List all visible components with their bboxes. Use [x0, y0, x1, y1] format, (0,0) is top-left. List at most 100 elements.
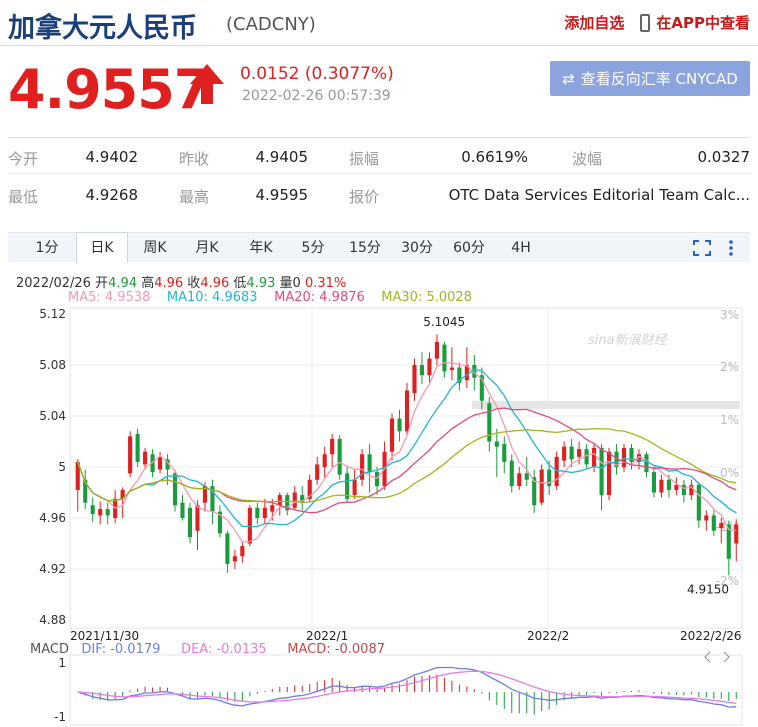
stat-label-range: 波幅: [572, 150, 603, 168]
ohlc-date: 2022/02/26: [16, 276, 91, 291]
price-change: 0.0152 (0.3077%): [240, 64, 394, 84]
candle-body: [90, 505, 95, 515]
tab-daily[interactable]: 日K: [76, 232, 128, 263]
stat-label-high: 最高: [179, 188, 210, 206]
candle-body: [644, 454, 649, 473]
candle-body: [659, 479, 664, 493]
stats-row: 最低 4.9268 最高 4.9595 报价 OTC Data Services…: [8, 176, 750, 212]
candle-body: [577, 449, 582, 457]
ohlc-low: 4.93: [246, 276, 276, 291]
macd-value: MACD: -0.0087: [287, 642, 385, 657]
page-title: 加拿大元人民币: [8, 13, 197, 44]
ohlc-low-label: 低: [233, 276, 247, 291]
candle-body: [180, 502, 185, 518]
tab-4h[interactable]: 4H: [496, 233, 546, 263]
ohlc-high: 4.96: [154, 276, 184, 291]
macd-legend: MACD DIF: -0.0179 DEA: -0.0135 MACD: -0.…: [30, 642, 385, 657]
y-right-tick-label: 2%: [720, 360, 739, 374]
tab-weekly[interactable]: 周K: [130, 233, 180, 263]
ohlc-close-label: 收: [187, 276, 201, 291]
candle-body: [442, 344, 447, 372]
candle-body: [681, 484, 686, 496]
reverse-rate-button[interactable]: ⇄ 查看反向汇率 CNYCAD: [550, 61, 750, 96]
x-tick-label: 2022/1: [306, 629, 348, 643]
header-actions: 添加自选 在APP中查看: [564, 12, 750, 33]
x-tick-label: 2022/2: [527, 629, 569, 643]
ohlc-vol-label: 量: [279, 276, 293, 291]
tab-1min[interactable]: 1分: [22, 233, 72, 263]
macd-dif: DIF: -0.0179: [81, 642, 161, 657]
swap-icon: ⇄: [562, 69, 575, 88]
quote-timestamp: 2022-02-26 00:57:39: [242, 88, 391, 104]
candle-body: [172, 473, 178, 506]
y-tick-label: 5.08: [39, 358, 66, 372]
candle-body: [404, 390, 410, 432]
tab-30min[interactable]: 30分: [392, 233, 442, 263]
tab-monthly[interactable]: 月K: [182, 233, 232, 263]
ohlc-open-label: 开: [95, 276, 109, 291]
candle-body: [502, 444, 507, 462]
candle-body: [494, 441, 499, 447]
candle-body: [270, 505, 275, 512]
candle-body: [547, 469, 552, 487]
candle-body: [247, 507, 252, 544]
stats-row: 今开 4.9402 昨收 4.9405 振幅 0.6619% 波幅 0.0327: [8, 138, 750, 174]
tab-15min[interactable]: 15分: [340, 233, 390, 263]
up-arrow-icon: [190, 64, 224, 104]
candle-body: [360, 454, 365, 480]
stat-label-prev-close: 昨收: [179, 150, 210, 168]
candle-body: [419, 365, 425, 376]
macd-frame: [69, 654, 743, 726]
x-tick-label: 2021/11/30: [70, 629, 139, 643]
candle-body: [315, 464, 320, 480]
candle-body: [105, 509, 110, 516]
candle-body: [666, 479, 671, 490]
candle-body: [509, 460, 514, 487]
candle-body: [434, 342, 439, 359]
candle-body: [337, 438, 342, 475]
x-tick-label: 2022/2/26: [680, 629, 742, 643]
low-annotation: 4.9150: [687, 582, 729, 596]
stat-value-amplitude: 0.6619%: [461, 148, 528, 166]
stat-label-amplitude: 振幅: [349, 150, 380, 168]
candle-body: [98, 509, 103, 516]
candle-body: [397, 418, 402, 432]
tab-60min[interactable]: 60分: [444, 233, 494, 263]
candle-body: [674, 484, 679, 490]
stats-table: 今开 4.9402 昨收 4.9405 振幅 0.6619% 波幅 0.0327…: [8, 137, 750, 213]
candle-body: [187, 507, 193, 538]
reverse-rate-label: 查看反向汇率 CNYCAD: [580, 70, 738, 88]
add-watchlist-link[interactable]: 添加自选: [564, 12, 624, 33]
candle-body: [524, 473, 529, 480]
candle-body: [322, 454, 327, 467]
ohlc-pct: 0.31%: [304, 276, 347, 291]
candle-body: [592, 447, 597, 467]
candlestick-chart[interactable]: 5.125.085.0454.964.924.883%2%1%0%-1%-2%s…: [0, 300, 758, 727]
ohlc-high-label: 高: [141, 276, 155, 291]
view-in-app-link[interactable]: 在APP中查看: [640, 12, 750, 33]
tab-5min[interactable]: 5分: [288, 233, 338, 263]
candle-body: [539, 469, 544, 503]
candle-body: [621, 447, 627, 467]
candle-body: [143, 451, 148, 465]
candle-body: [696, 484, 701, 521]
candle-body: [157, 456, 163, 470]
candle-body: [277, 495, 282, 506]
candle-body: [352, 479, 357, 496]
candle-body: [262, 507, 267, 518]
y-right-tick-label: 1%: [720, 413, 739, 427]
stat-value-prev-close: 4.9405: [255, 148, 309, 166]
candle-body: [255, 507, 260, 518]
stat-label-quote-source: 报价: [349, 188, 380, 206]
fullscreen-icon[interactable]: [692, 239, 712, 257]
candle-body: [135, 433, 140, 462]
candle-body: [195, 505, 200, 531]
ohlc-open: 4.94: [108, 276, 138, 291]
candle-body: [606, 451, 612, 496]
tab-yearly[interactable]: 年K: [236, 233, 286, 263]
candle-body: [554, 456, 559, 487]
more-options-icon[interactable]: [726, 239, 736, 257]
candle-body: [719, 523, 724, 529]
candle-body: [449, 367, 454, 371]
y-tick-label: 5.12: [39, 307, 66, 321]
